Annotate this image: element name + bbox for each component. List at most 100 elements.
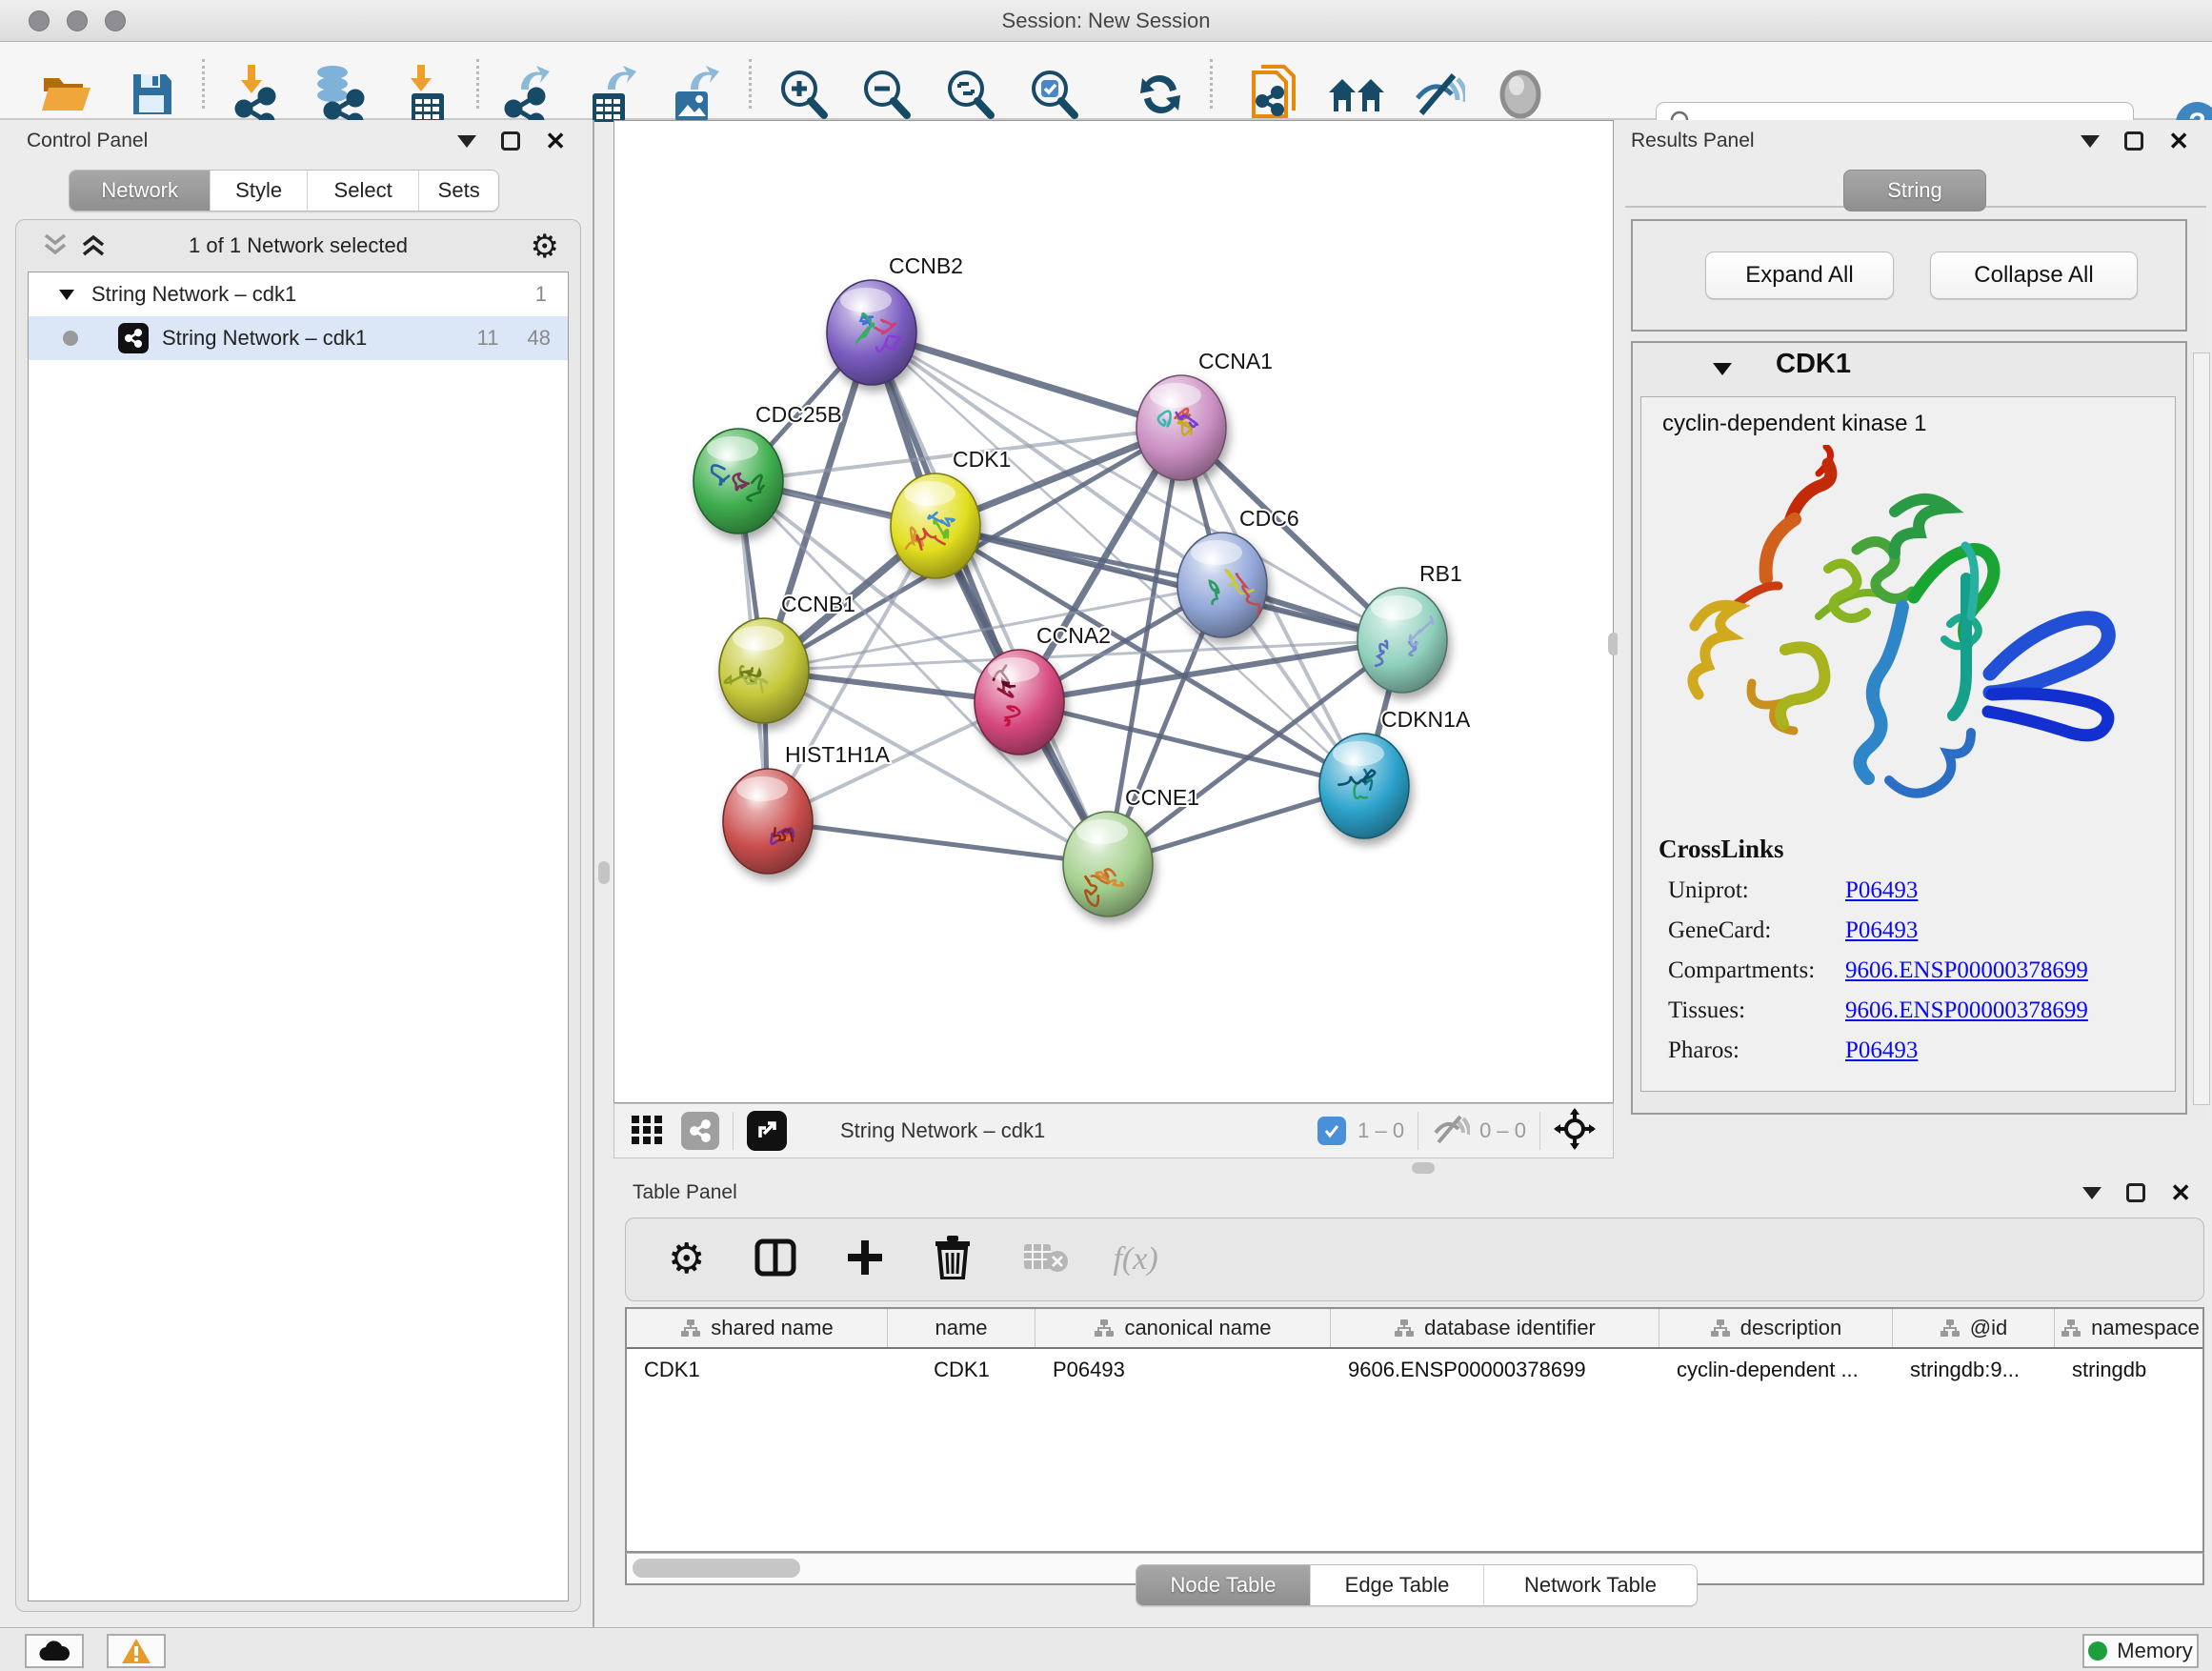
- crosslink-label: Pharos:: [1668, 1037, 1845, 1064]
- crosslink-link[interactable]: P06493: [1845, 877, 1918, 904]
- table-cell[interactable]: 9606.ENSP00000378699: [1331, 1358, 1659, 1382]
- import-network-database-icon[interactable]: [310, 64, 371, 125]
- table-cell[interactable]: CDK1: [627, 1358, 888, 1382]
- memory-button[interactable]: Memory: [2082, 1634, 2199, 1668]
- results-scrollbar[interactable]: [2193, 352, 2210, 1105]
- node-label-ccne1: CCNE1: [1125, 785, 1199, 810]
- open-in-new-view-icon[interactable]: [747, 1111, 787, 1151]
- hidden-eye-icon[interactable]: [1432, 1114, 1470, 1149]
- network-row-selected[interactable]: String Network – cdk1 11 48: [29, 316, 568, 360]
- network-options-gear-icon[interactable]: ⚙: [531, 228, 559, 266]
- hide-selected-eye-icon[interactable]: [1408, 64, 1469, 125]
- collapse-all-button[interactable]: Collapse All: [1930, 252, 2138, 299]
- float-panel-icon[interactable]: [2081, 135, 2100, 148]
- open-session-icon[interactable]: [36, 64, 97, 125]
- zoom-out-icon[interactable]: [855, 64, 916, 125]
- window-title: Session: New Session: [0, 9, 2212, 33]
- birds-eye-grid-icon[interactable]: [630, 1112, 664, 1151]
- network-canvas[interactable]: CCNB2CCNA1CDC25BCDK1CDC6RB1CCNB1CCNA2CDK…: [613, 120, 1614, 1103]
- tab-network-table[interactable]: Network Table: [1483, 1565, 1697, 1605]
- maximize-panel-icon[interactable]: [501, 131, 520, 151]
- column-header-description[interactable]: description: [1659, 1309, 1893, 1347]
- node-cdkn1a[interactable]: CDKN1A: [1319, 707, 1471, 838]
- table-hscrollbar-thumb[interactable]: [633, 1559, 800, 1578]
- float-panel-icon[interactable]: [2082, 1187, 2101, 1199]
- show-columns-icon[interactable]: [754, 1237, 796, 1283]
- zoom-in-icon[interactable]: [773, 64, 834, 125]
- export-network-icon[interactable]: [498, 64, 559, 125]
- column-header-namespace[interactable]: namespace: [2055, 1309, 2204, 1347]
- tab-edge-table[interactable]: Edge Table: [1310, 1565, 1483, 1605]
- column-header-label: shared name: [711, 1316, 833, 1340]
- table-cell[interactable]: CDK1: [888, 1358, 1036, 1382]
- add-column-icon[interactable]: [846, 1238, 884, 1281]
- cloud-status-button[interactable]: [25, 1634, 84, 1668]
- table-cell[interactable]: P06493: [1036, 1358, 1331, 1382]
- crosslink-link[interactable]: 9606.ENSP00000378699: [1845, 957, 2088, 984]
- tab-string[interactable]: String: [1843, 170, 1986, 211]
- refresh-layout-icon[interactable]: [1130, 64, 1191, 125]
- zoom-fit-icon[interactable]: [939, 64, 1000, 125]
- network-edge[interactable]: [872, 332, 1181, 428]
- left-splitter-handle[interactable]: [598, 861, 610, 884]
- column-header--id[interactable]: @id: [1893, 1309, 2055, 1347]
- protein-expander-icon[interactable]: [1711, 360, 1734, 382]
- tab-node-table[interactable]: Node Table: [1136, 1565, 1310, 1605]
- export-table-icon[interactable]: [581, 64, 642, 125]
- node-ccna1[interactable]: CCNA1: [1136, 349, 1273, 480]
- zoom-selected-icon[interactable]: [1023, 64, 1084, 125]
- import-table-icon[interactable]: [396, 64, 457, 125]
- tab-style[interactable]: Style: [210, 171, 307, 211]
- close-panel-icon[interactable]: ✕: [2170, 1183, 2191, 1202]
- table-cell[interactable]: stringdb: [2055, 1358, 2204, 1382]
- tab-network[interactable]: Network: [70, 171, 210, 211]
- selected-checkbox-icon[interactable]: [1317, 1117, 1346, 1145]
- network-view-icon[interactable]: [681, 1112, 719, 1150]
- tab-select[interactable]: Select: [307, 171, 418, 211]
- delete-column-trash-icon[interactable]: [934, 1236, 972, 1284]
- crosslink-link[interactable]: 9606.ENSP00000378699: [1845, 997, 2088, 1024]
- crosslink-link[interactable]: P06493: [1845, 917, 1918, 944]
- table-cell[interactable]: cyclin-dependent ...: [1659, 1358, 1893, 1382]
- network-edge[interactable]: [768, 821, 1108, 864]
- close-panel-icon[interactable]: ✕: [545, 131, 566, 151]
- pan-crosshair-icon[interactable]: [1554, 1108, 1596, 1155]
- node-table[interactable]: shared name namecanonical namedatabase id…: [625, 1307, 2204, 1553]
- expand-all-button[interactable]: Expand All: [1705, 252, 1894, 299]
- delete-table-icon[interactable]: [1023, 1240, 1069, 1279]
- function-builder-icon[interactable]: f(x): [1113, 1241, 1157, 1278]
- column-header-shared-name[interactable]: shared name: [627, 1309, 888, 1347]
- bottom-splitter-handle[interactable]: [1412, 1162, 1435, 1174]
- crosslinks-title: CrossLinks: [1659, 835, 2175, 864]
- table-row[interactable]: CDK1CDK1P064939606.ENSP00000378699cyclin…: [627, 1349, 2202, 1391]
- column-header-database-identifier[interactable]: database identifier: [1331, 1309, 1659, 1347]
- collection-expander-icon[interactable]: [57, 287, 76, 302]
- file-network-icon[interactable]: [1244, 64, 1305, 125]
- maximize-panel-icon[interactable]: [2124, 131, 2143, 151]
- table-cell[interactable]: stringdb:9...: [1893, 1358, 2055, 1382]
- show-all-eye-icon[interactable]: [1490, 64, 1551, 125]
- tab-sets[interactable]: Sets: [418, 171, 498, 211]
- column-header-name[interactable]: name: [888, 1309, 1036, 1347]
- column-header-canonical-name[interactable]: canonical name: [1036, 1309, 1331, 1347]
- toolbar-separator: [749, 59, 752, 109]
- home-neighbors-icon[interactable]: [1326, 64, 1387, 125]
- table-options-gear-icon[interactable]: ⚙: [668, 1238, 705, 1280]
- close-panel-icon[interactable]: ✕: [2168, 131, 2189, 151]
- float-panel-icon[interactable]: [457, 135, 476, 148]
- crosslink-link[interactable]: P06493: [1845, 1037, 1918, 1064]
- export-image-icon[interactable]: [664, 64, 725, 125]
- node-rb1[interactable]: RB1: [1357, 561, 1462, 693]
- maximize-panel-icon[interactable]: [2126, 1183, 2145, 1202]
- node-ccnb2[interactable]: CCNB2: [827, 253, 963, 385]
- network-collection-row[interactable]: String Network – cdk1 1: [29, 272, 568, 316]
- node-hist1h1a[interactable]: HIST1H1A: [723, 742, 891, 874]
- import-network-icon[interactable]: [229, 64, 290, 125]
- network-edge[interactable]: [872, 332, 1108, 864]
- warning-status-button[interactable]: [107, 1634, 166, 1668]
- node-cdc6[interactable]: CDC6: [1177, 506, 1299, 637]
- save-session-icon[interactable]: [121, 64, 182, 125]
- network-edge[interactable]: [935, 526, 1402, 640]
- node-cdc25b[interactable]: CDC25B: [694, 402, 842, 534]
- string-network-graph[interactable]: CCNB2CCNA1CDC25BCDK1CDC6RB1CCNB1CCNA2CDK…: [614, 121, 1613, 1102]
